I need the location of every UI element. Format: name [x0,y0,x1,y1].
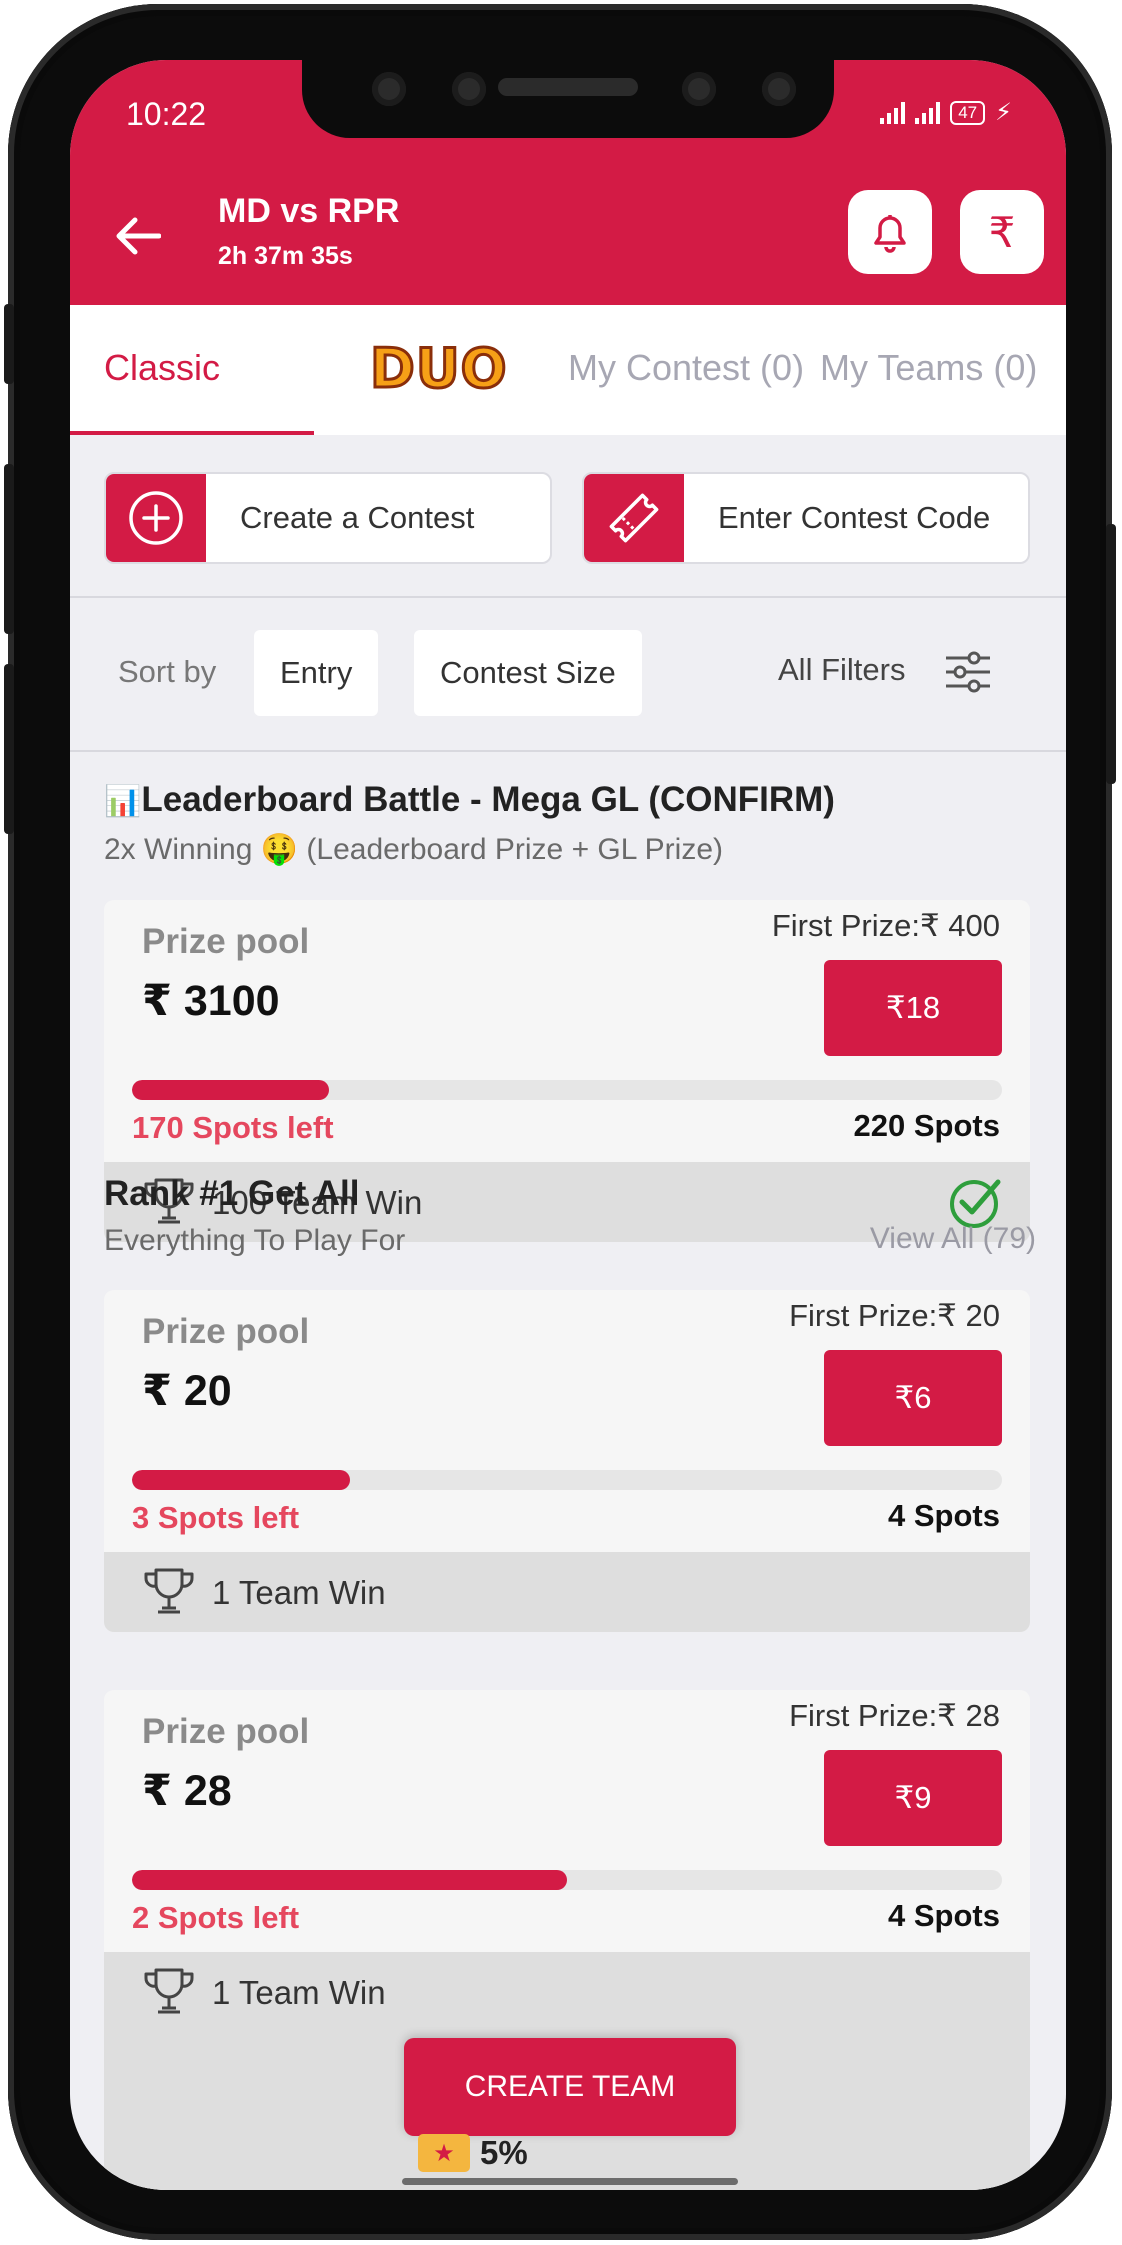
first-prize: First Prize:₹ 28 [789,1698,1000,1733]
plus-circle-icon [129,491,183,545]
charging-icon: ⚡ [995,99,1012,126]
home-indicator [402,2178,738,2185]
prize-pool-value: ₹ 28 [142,1767,232,1815]
view-all-link[interactable]: View All (79) [870,1222,1036,1256]
volume-down-button [4,664,14,834]
section-title: Rank #1 Get All [104,1174,360,1213]
divider [70,750,1066,752]
back-button[interactable] [110,208,166,264]
bell-icon [874,215,906,253]
prize-pool-label: Prize pool [142,1312,310,1351]
notch [302,60,834,138]
sort-contest-size-chip[interactable]: Contest Size [414,630,642,716]
first-prize: First Prize:₹ 400 [771,908,1000,943]
match-timer: 2h 37m 35s [218,242,353,270]
spots-left: 2 Spots left [132,1900,300,1935]
winners-count: 1 Team Win [212,1974,386,2011]
section-subtitle: 2x Winning 🤑 (Leaderboard Prize + GL Pri… [104,833,724,866]
create-contest-label: Create a Contest [240,500,475,535]
bonus-percent: 5% [480,2134,528,2171]
bonus-tag: ★ 5% [418,2134,528,2172]
tab-active-indicator [70,431,314,435]
entry-fee-button[interactable]: ₹18 [824,960,1002,1056]
contest-card[interactable]: Prize pool ₹ 20 First Prize:₹ 20 ₹6 3 Sp… [104,1290,1030,1632]
signal-icon [880,101,906,124]
trophy-icon [144,1968,194,2014]
sort-label: Sort by [118,654,217,689]
mute-switch [4,304,14,384]
chart-icon: 📊 [104,785,142,818]
spots-left: 170 Spots left [132,1110,334,1145]
entry-fee-button[interactable]: ₹9 [824,1750,1002,1846]
winners-count: 1 Team Win [212,1574,386,1611]
status-icons: 47 ⚡ [880,98,1012,127]
rupee-icon: ₹ [988,208,1016,256]
spots-left: 3 Spots left [132,1500,300,1535]
filter-sliders-icon[interactable] [944,650,992,694]
sort-entry-chip[interactable]: Entry [254,630,379,716]
first-prize: First Prize:₹ 20 [789,1298,1000,1333]
create-team-button[interactable]: CREATE TEAM [404,2038,736,2136]
volume-up-button [4,464,14,634]
entry-fee-button[interactable]: ₹6 [824,1350,1002,1446]
enter-code-button[interactable]: Enter Contest Code [582,472,1030,564]
enter-code-label: Enter Contest Code [718,500,991,535]
arrow-left-icon [116,217,161,255]
tab-bar: Classic DUO My Contest (0) My Teams (0) [70,305,1066,435]
section-subtitle: Everything To Play For [104,1224,406,1257]
bonus-ticket-icon: ★ [418,2134,470,2172]
prize-pool-value: ₹ 3100 [142,977,280,1025]
trophy-icon [144,1568,194,1614]
notification-button[interactable] [848,190,932,274]
spots-progress [132,1470,1002,1490]
card-footer: 1 Team Win [104,1552,1030,1632]
signal-2-icon [915,101,941,124]
tab-duo[interactable]: DUO [369,336,509,402]
spots-total: 4 Spots [888,1498,1000,1533]
spots-progress [132,1080,1002,1100]
tab-my-contest[interactable]: My Contest (0) [568,347,804,389]
ticket-icon [609,493,659,543]
divider [70,596,1066,598]
tab-my-teams[interactable]: My Teams (0) [820,347,1037,389]
spots-total: 4 Spots [888,1898,1000,1933]
battery-icon: 47 [950,100,986,125]
prize-pool-label: Prize pool [142,922,310,961]
create-contest-button[interactable]: Create a Contest [104,472,552,564]
tab-classic[interactable]: Classic [104,347,220,389]
phone-frame: 10:22 47 ⚡ MD vs RPR 2h 37m 35s ₹ Classi… [4,4,1116,2240]
all-filters-button[interactable]: All Filters [778,652,905,688]
match-title: MD vs RPR [218,192,400,230]
power-button [1106,524,1116,784]
screen: 10:22 47 ⚡ MD vs RPR 2h 37m 35s ₹ Classi… [70,60,1066,2190]
prize-pool-label: Prize pool [142,1712,310,1751]
status-time: 10:22 [126,96,207,132]
spots-progress [132,1870,1002,1890]
prize-pool-value: ₹ 20 [142,1367,232,1415]
wallet-button[interactable]: ₹ [960,190,1044,274]
section-title: 📊Leaderboard Battle - Mega GL (CONFIRM) [104,780,835,819]
spots-total: 220 Spots [853,1108,1000,1143]
